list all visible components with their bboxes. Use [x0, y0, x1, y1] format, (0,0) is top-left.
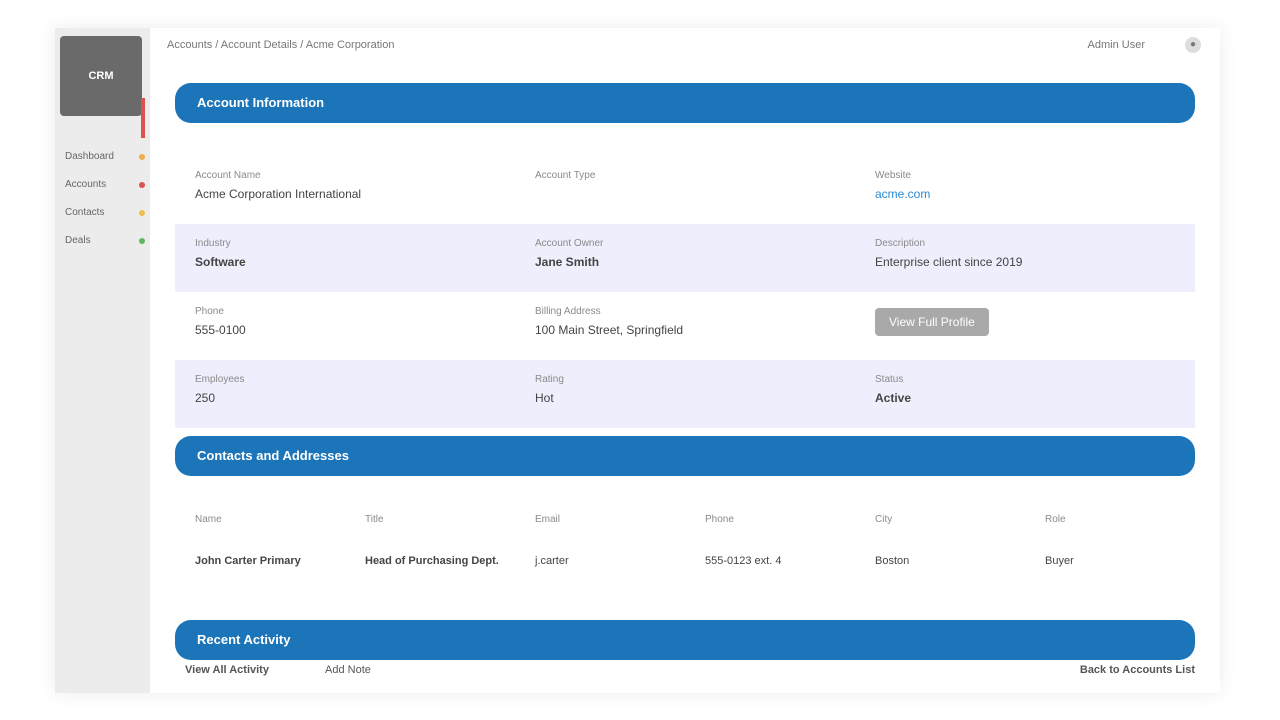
field-label: Website: [875, 170, 911, 181]
field-label: Description: [875, 238, 926, 249]
field-value: Enterprise client since 2019: [875, 255, 1023, 269]
view-all-activity-link[interactable]: View All Activity: [185, 664, 269, 676]
table-cell: Buyer: [1045, 555, 1074, 567]
user-name[interactable]: Admin User: [1088, 34, 1145, 56]
field-value: Software: [195, 255, 246, 269]
info-cell: Industry Software: [175, 224, 515, 292]
field-label: Account Owner: [535, 238, 604, 249]
sidebar-item[interactable]: Dashboard: [65, 146, 145, 168]
info-row: Phone 555-0100 Billing Address 100 Main Str…: [175, 292, 1195, 360]
info-cell: Status Active: [855, 360, 1195, 428]
sidebar-item-label: Deals: [65, 235, 91, 246]
account-info-grid: Account Name Acme Corporation Internation…: [175, 156, 1195, 428]
field-label: Status: [875, 374, 904, 385]
user-icon[interactable]: ●: [1185, 37, 1201, 53]
website-link[interactable]: acme.com: [875, 187, 1195, 201]
table-header-row: Name Title Email Phone City Role: [175, 514, 1195, 534]
app-logo[interactable]: CRM: [60, 36, 142, 116]
sidebar-item-label: Contacts: [65, 207, 105, 218]
sidebar-item[interactable]: Deals: [65, 230, 145, 252]
info-cell: Billing Address 100 Main Street, Springfi…: [515, 292, 855, 360]
field-value: 100 Main Street, Springfield: [535, 323, 684, 337]
column-header[interactable]: Phone: [685, 514, 855, 534]
field-value: 250: [195, 391, 216, 405]
column-header[interactable]: Name: [175, 514, 345, 534]
status-dot-icon: [139, 238, 145, 244]
field-label: Phone: [195, 306, 224, 317]
field-label: Industry: [195, 238, 231, 249]
column-header[interactable]: City: [855, 514, 1025, 534]
info-cell: Account Name Acme Corporation Internation…: [175, 156, 515, 224]
table-cell: 555-0123 ext. 4: [705, 555, 782, 567]
sidebar-item-label: Dashboard: [65, 151, 114, 162]
sidebar: CRM Dashboard Accounts Contacts Deals: [55, 28, 150, 693]
field-label: Account Type: [535, 170, 596, 181]
section-header-activity[interactable]: Recent Activity: [175, 620, 1195, 660]
field-label: Billing Address: [535, 306, 601, 317]
field-label: Employees: [195, 374, 245, 385]
info-cell: Rating Hot: [515, 360, 855, 428]
sidebar-nav: Dashboard Accounts Contacts Deals: [65, 146, 145, 258]
table-row[interactable]: John Carter Primary Head of Purchasing De…: [175, 534, 1195, 604]
info-cell: Account Owner Jane Smith: [515, 224, 855, 292]
breadcrumb[interactable]: Accounts / Account Details / Acme Corpor…: [167, 34, 394, 56]
app-window: CRM Dashboard Accounts Contacts Deals Accou…: [55, 28, 1220, 693]
info-cell: Employees 250: [175, 360, 515, 428]
field-value: Hot: [535, 391, 554, 405]
status-dot-icon: [139, 182, 145, 188]
field-value: Active: [875, 391, 912, 405]
status-dot-icon: [139, 154, 145, 160]
sidebar-item-label: Accounts: [65, 179, 107, 190]
column-header[interactable]: Title: [345, 514, 515, 534]
info-row: Employees 250 Rating Hot Status Active: [175, 360, 1195, 428]
info-cell: Description Enterprise client since 2019: [855, 224, 1195, 292]
sidebar-item[interactable]: Accounts: [65, 174, 145, 196]
status-dot-icon: [139, 210, 145, 216]
info-cell: Account Type: [515, 156, 855, 224]
table-cell: Head of Purchasing Dept.: [365, 555, 499, 567]
section-header-account-info[interactable]: Account Information: [175, 83, 1195, 123]
active-accent-bar: [141, 98, 145, 138]
field-value: 555-0100: [195, 323, 246, 337]
info-cell: Website acme.com: [855, 156, 1195, 224]
info-row: Account Name Acme Corporation Internation…: [175, 156, 1195, 224]
table-cell: Boston: [875, 555, 910, 567]
contacts-table: Name Title Email Phone City Role John Carter …: [175, 514, 1195, 604]
back-to-list-link[interactable]: Back to Accounts List: [1080, 664, 1195, 676]
field-label: Rating: [535, 374, 564, 385]
footer-links: View All Activity Add Note Back to Accou…: [175, 664, 1195, 684]
table-cell: John Carter Primary: [195, 555, 301, 567]
sidebar-item[interactable]: Contacts: [65, 202, 145, 224]
table-cell: j.carter: [535, 555, 569, 567]
top-bar: Accounts / Account Details / Acme Corpor…: [155, 34, 1215, 56]
field-label: Account Name: [195, 170, 261, 181]
add-note-link[interactable]: Add Note: [325, 664, 371, 676]
info-cell: View Full Profile: [855, 292, 1195, 360]
field-value: Acme Corporation International: [195, 187, 362, 201]
info-cell: Phone 555-0100: [175, 292, 515, 360]
column-header[interactable]: Role: [1025, 514, 1195, 534]
column-header[interactable]: Email: [515, 514, 685, 534]
field-value: Jane Smith: [535, 255, 600, 269]
section-header-contacts[interactable]: Contacts and Addresses: [175, 436, 1195, 476]
info-row: Industry Software Account Owner Jane Smith D…: [175, 224, 1195, 292]
view-profile-button[interactable]: View Full Profile: [875, 308, 989, 336]
